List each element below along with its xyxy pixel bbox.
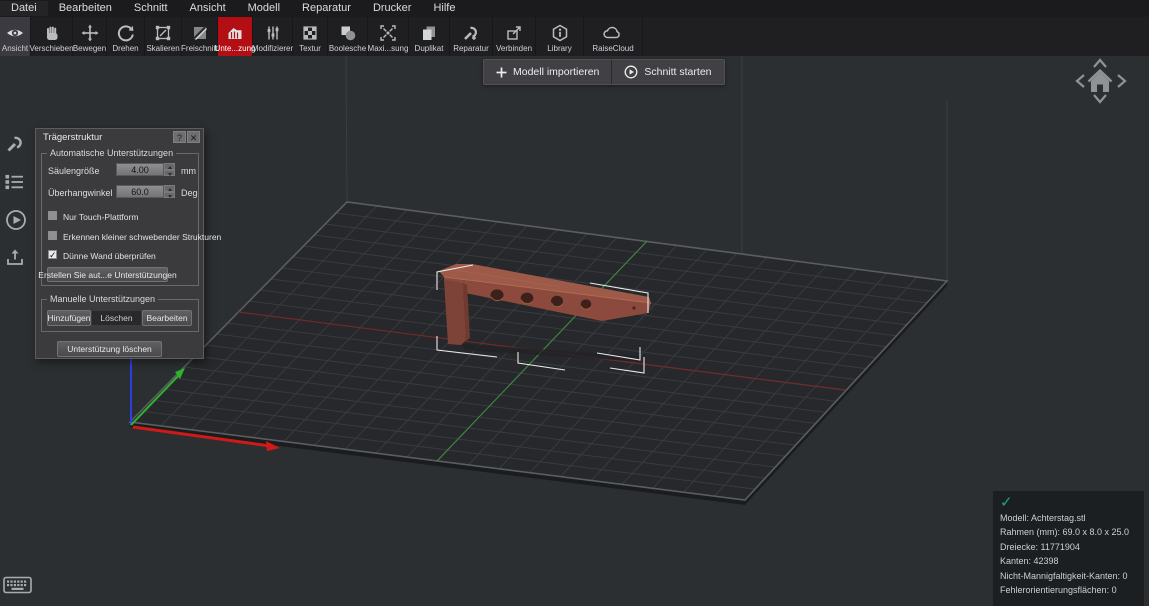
repair-wrench-icon [461, 23, 481, 43]
menu-bearbeiten[interactable]: Bearbeiten [48, 1, 123, 16]
support-structure-dialog: Trägerstruktur ? ✕ Automatische Unterstü… [35, 128, 204, 359]
tool-ansicht[interactable]: Ansicht [0, 17, 31, 56]
play-preview-icon[interactable] [4, 208, 28, 232]
menu-ansicht[interactable]: Ansicht [179, 1, 237, 16]
cloud-icon [601, 23, 625, 43]
rotate-icon [116, 23, 136, 43]
settings-wrench-icon[interactable] [4, 133, 26, 155]
menu-drucker[interactable]: Drucker [362, 1, 423, 16]
menu-schnitt[interactable]: Schnitt [123, 1, 179, 16]
move-arrows-icon [80, 23, 100, 43]
export-upload-icon[interactable] [4, 246, 26, 268]
model-nonmanifold-edges: Nicht-Mannigfaltigkeit-Kanten: 0 [1000, 569, 1144, 583]
model-ok-check-icon: ✓ [1000, 495, 1144, 511]
keyboard-icon[interactable] [3, 575, 33, 595]
pan-hand-icon [42, 23, 62, 43]
overhang-angle-unit: Deg [181, 188, 198, 198]
viewport-action-buttons: Modell importieren Schnitt starten [483, 59, 725, 85]
tool-unterstuetzung[interactable]: Unte...zung [218, 17, 253, 56]
cut-icon [190, 23, 210, 43]
texture-icon [300, 23, 320, 43]
delete-support-mode-button[interactable]: Löschen [91, 310, 142, 326]
view-nav-cluster [1070, 56, 1132, 108]
tool-bewegen[interactable]: Bewegen [73, 17, 107, 56]
create-auto-supports-button[interactable]: Erstellen Sie aut...e Unterstützungen [47, 267, 168, 282]
pillar-size-label: Säulengröße [48, 166, 100, 176]
duplicate-icon [419, 23, 439, 43]
model-misoriented-faces: Fehlerorientierungsflächen: 0 [1000, 583, 1144, 597]
start-slice-button[interactable]: Schnitt starten [611, 60, 723, 84]
tool-verschieben[interactable]: Verschieben [31, 17, 73, 56]
max-fit-icon [378, 23, 398, 43]
model-info-panel: ✓ Modell: Achterstag.stl Rahmen (mm): 69… [993, 491, 1144, 606]
rotate-right-chevron[interactable] [1118, 75, 1125, 87]
dialog-help-button[interactable]: ? [173, 131, 186, 143]
viewport-3d[interactable]: Modell importieren Schnitt starten [0, 56, 1149, 606]
manual-supports-group-title: Manuelle Unterstützungen [47, 294, 158, 304]
modifier-sliders-icon [263, 23, 283, 43]
tool-textur[interactable]: Textur [293, 17, 328, 56]
tool-reparatur[interactable]: Reparatur [450, 17, 493, 56]
tool-modifizierer[interactable]: Modifizierer [253, 17, 293, 56]
boolean-shapes-icon [338, 23, 358, 43]
auto-supports-group-title: Automatische Unterstützungen [47, 148, 176, 158]
plus-icon [496, 67, 507, 78]
tool-freischnitt[interactable]: Freischnitt [182, 17, 218, 56]
rotate-up-chevron[interactable] [1094, 60, 1106, 67]
tool-raisecloud[interactable]: RaiseCloud [584, 17, 643, 56]
tool-skalieren[interactable]: Skalieren [145, 17, 182, 56]
import-model-button[interactable]: Modell importieren [484, 60, 611, 84]
tool-verbinden[interactable]: Verbinden [493, 17, 536, 56]
menu-modell[interactable]: Modell [237, 1, 291, 16]
edit-support-button[interactable]: Bearbeiten [142, 310, 192, 326]
connect-icon [504, 23, 524, 43]
rotate-left-chevron[interactable] [1077, 75, 1084, 87]
rotate-down-chevron[interactable] [1094, 95, 1106, 102]
model-bounds: Rahmen (mm): 69.0 x 8.0 x 25.0 [1000, 525, 1144, 539]
model-list-icon[interactable] [4, 173, 26, 191]
tool-maximale-anpassung[interactable]: Maxi...sung [368, 17, 409, 56]
clear-supports-button[interactable]: Unterstützung löschen [57, 341, 162, 357]
pillar-size-input[interactable] [116, 163, 164, 176]
add-support-button[interactable]: Hinzufügen [47, 310, 91, 326]
dialog-close-button[interactable]: ✕ [187, 131, 200, 143]
overhang-angle-label: Überhangwinkel [48, 188, 113, 198]
menu-reparatur[interactable]: Reparatur [291, 1, 362, 16]
manual-supports-group: Manuelle Unterstützungen Hinzufügen Lösc… [41, 299, 199, 332]
dialog-title: Trägerstruktur [43, 132, 102, 143]
tool-drehen[interactable]: Drehen [107, 17, 145, 56]
toolbar: Ansicht Verschieben Bewegen Drehen Skali… [0, 17, 1149, 56]
tool-library[interactable]: Library [536, 17, 584, 56]
eye-icon [5, 23, 25, 43]
menu-datei[interactable]: Datei [0, 1, 48, 16]
ideamaker-window: Datei Bearbeiten Schnitt Ansicht Modell … [0, 0, 1149, 606]
model-triangles: Dreiecke: 11771904 [1000, 540, 1144, 554]
auto-supports-group: Automatische Unterstützungen Säulengröße… [41, 153, 199, 286]
pillar-size-stepper[interactable] [164, 163, 175, 176]
overhang-angle-stepper[interactable] [164, 185, 175, 198]
menu-hilfe[interactable]: Hilfe [422, 1, 466, 16]
model-edges: Kanten: 42398 [1000, 554, 1144, 568]
play-circle-icon [624, 65, 638, 79]
model-name: Modell: Achterstag.stl [1000, 511, 1144, 525]
support-icon [225, 23, 245, 43]
tool-boolesche[interactable]: Boolesche [328, 17, 368, 56]
home-view-icon[interactable] [1089, 71, 1112, 93]
pillar-size-unit: mm [181, 166, 196, 176]
overhang-angle-input[interactable] [116, 185, 164, 198]
library-hexagon-icon [550, 23, 570, 43]
menu-bar: Datei Bearbeiten Schnitt Ansicht Modell … [0, 0, 1149, 17]
tool-duplikat[interactable]: Duplikat [409, 17, 450, 56]
scale-icon [153, 23, 173, 43]
